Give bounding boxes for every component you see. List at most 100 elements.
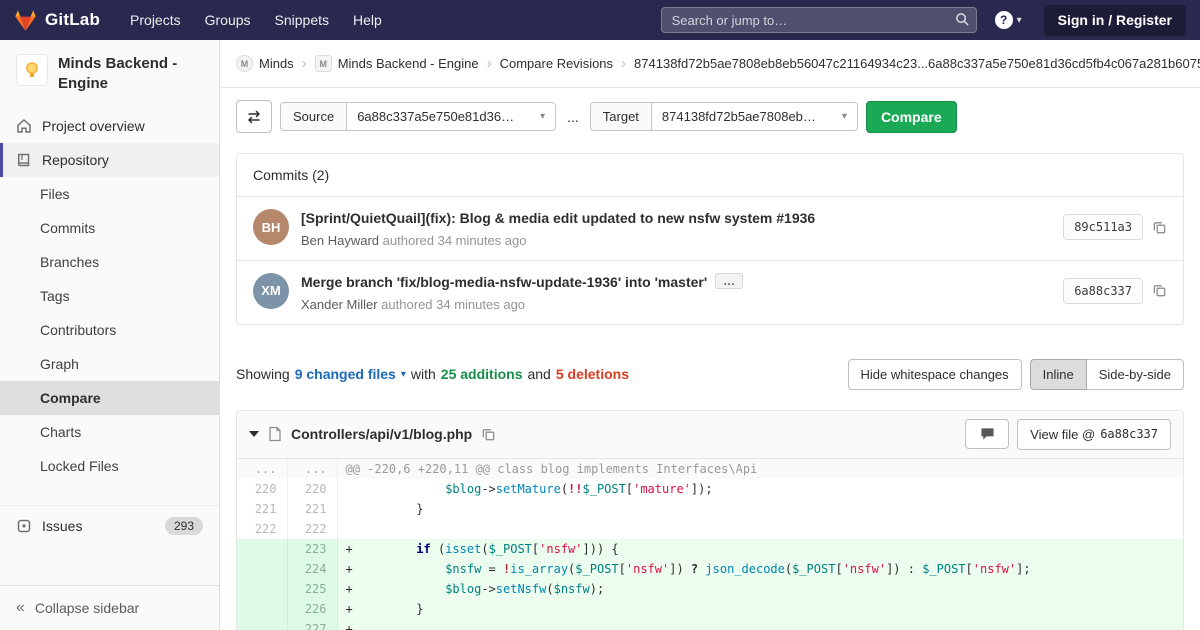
diff-row-add: 223+ if (isset($_POST['nsfw'])) {: [237, 539, 1183, 559]
compare-button[interactable]: Compare: [866, 101, 957, 133]
commit-sha-link[interactable]: 89c511a3: [1063, 214, 1143, 240]
commit-sha-link[interactable]: 6a88c337: [1063, 278, 1143, 304]
collapse-sidebar-button[interactable]: « Collapse sidebar: [0, 585, 219, 630]
commit-title-link[interactable]: Merge branch 'fix/blog-media-nsfw-update…: [301, 273, 1051, 292]
line-number-new[interactable]: 227: [287, 619, 337, 630]
avatar[interactable]: XM: [253, 273, 289, 309]
copy-file-path-icon[interactable]: [481, 427, 496, 442]
sidebar-item-project-overview[interactable]: Project overview: [0, 109, 219, 143]
breadcrumb-project-label: Minds Backend - Engine: [338, 56, 479, 71]
gitlab-home-link[interactable]: GitLab: [14, 9, 100, 32]
sidebar-section-repository[interactable]: Repository: [0, 143, 219, 177]
file-diff-panel: Controllers/api/v1/blog.php View file @: [236, 410, 1184, 630]
search-input[interactable]: [661, 7, 977, 33]
with-label: with: [411, 366, 436, 382]
sidebar-item-compare[interactable]: Compare: [0, 381, 219, 415]
commit-title-link[interactable]: [Sprint/QuietQuail](fix): Blog & media e…: [301, 209, 1051, 228]
line-number-old[interactable]: [237, 599, 287, 619]
commit-meta: Xander Miller authored 34 minutes ago: [301, 297, 1051, 312]
view-file-button[interactable]: View file @ 6a88c337: [1017, 419, 1171, 450]
breadcrumb-project[interactable]: M Minds Backend - Engine: [315, 55, 479, 72]
commit-title-text: Merge branch 'fix/blog-media-nsfw-update…: [301, 274, 707, 290]
avatar[interactable]: BH: [253, 209, 289, 245]
commit-authored-ago: authored 34 minutes ago: [378, 297, 525, 312]
commit-row: BH [Sprint/QuietQuail](fix): Blog & medi…: [237, 197, 1183, 260]
line-number-old[interactable]: 221: [237, 499, 287, 519]
sidebar-item-locked-files[interactable]: Locked Files: [0, 449, 219, 483]
code-line: + $blog->setNsfw($nsfw);: [337, 579, 1183, 599]
chevron-right-icon: ›: [487, 55, 492, 72]
line-number-old[interactable]: [237, 619, 287, 630]
commit-author-link[interactable]: Xander Miller: [301, 297, 378, 312]
line-number-old[interactable]: 220: [237, 479, 287, 499]
copy-sha-icon[interactable]: [1152, 283, 1167, 298]
source-label: Source: [280, 102, 346, 131]
gitlab-logo-icon: [14, 9, 37, 32]
line-number-old: ...: [237, 459, 287, 479]
inline-view-button[interactable]: Inline: [1030, 359, 1087, 390]
toggle-comments-button[interactable]: [965, 419, 1009, 449]
line-number-new[interactable]: 222: [287, 519, 337, 539]
sidebar-item-graph[interactable]: Graph: [0, 347, 219, 381]
line-number-new[interactable]: 224: [287, 559, 337, 579]
swap-revisions-button[interactable]: [236, 100, 272, 133]
line-number-old[interactable]: [237, 559, 287, 579]
sidebar-item-charts[interactable]: Charts: [0, 415, 219, 449]
sidebar-item-commits[interactable]: Commits: [0, 211, 219, 245]
sidebar-project-link[interactable]: Minds Backend - Engine: [0, 40, 219, 109]
source-ref-group: Source 6a88c337a5e750e81d36… ▾: [280, 102, 556, 131]
help-icon: ?: [995, 11, 1013, 29]
file-name-link[interactable]: Controllers/api/v1/blog.php: [291, 426, 472, 442]
context-line-marker: [346, 519, 359, 539]
changed-files-dropdown[interactable]: 9 changed files: [295, 366, 396, 382]
added-line-marker: +: [346, 599, 359, 619]
line-number-new[interactable]: 223: [287, 539, 337, 559]
diff-summary-bar: Showing 9 changed files ▾ with 25 additi…: [236, 359, 1184, 390]
diff-table: ......@@ -220,6 +220,11 @@ class blog im…: [237, 459, 1183, 630]
copy-sha-icon[interactable]: [1152, 220, 1167, 235]
sidebar-item-files[interactable]: Files: [0, 177, 219, 211]
code-line: + if (isset($_POST['nsfw'])) {: [337, 539, 1183, 559]
hide-whitespace-button[interactable]: Hide whitespace changes: [848, 359, 1022, 390]
commit-description-expander[interactable]: …: [715, 273, 743, 289]
sidebar-item-branches[interactable]: Branches: [0, 245, 219, 279]
nav-item-groups[interactable]: Groups: [193, 0, 263, 40]
breadcrumb-page-label: Compare Revisions: [500, 56, 613, 71]
sidebar-item-contributors[interactable]: Contributors: [0, 313, 219, 347]
line-number-old[interactable]: [237, 539, 287, 559]
line-number-new[interactable]: 220: [287, 479, 337, 499]
line-number-old[interactable]: [237, 579, 287, 599]
sidebar-item-label: Issues: [42, 518, 82, 534]
line-number-new[interactable]: 225: [287, 579, 337, 599]
code-line: }: [337, 499, 1183, 519]
sidebar-item-issues[interactable]: Issues 293: [0, 505, 219, 546]
help-dropdown[interactable]: ? ▾: [995, 11, 1022, 29]
diff-row-add: 225+ $blog->setNsfw($nsfw);: [237, 579, 1183, 599]
source-ref-value: 6a88c337a5e750e81d36…: [357, 109, 514, 124]
nav-item-projects[interactable]: Projects: [118, 0, 193, 40]
breadcrumb-group[interactable]: M Minds: [236, 55, 294, 72]
collapse-file-caret-icon[interactable]: [249, 431, 259, 437]
breadcrumb-compare-revisions[interactable]: Compare Revisions: [500, 56, 613, 71]
commit-author-link[interactable]: Ben Hayward: [301, 233, 379, 248]
view-file-sha: 6a88c337: [1100, 427, 1158, 441]
target-ref-dropdown[interactable]: 874138fd72b5ae7808eb… ▾: [651, 102, 858, 131]
breadcrumb-group-label: Minds: [259, 56, 294, 71]
commit-authored-ago: authored 34 minutes ago: [379, 233, 526, 248]
chevron-down-icon: ▾: [401, 369, 406, 380]
added-line-marker: +: [346, 539, 359, 559]
line-number-new[interactable]: 226: [287, 599, 337, 619]
line-number-old[interactable]: 222: [237, 519, 287, 539]
nav-links: Projects Groups Snippets Help: [118, 0, 394, 40]
source-ref-dropdown[interactable]: 6a88c337a5e750e81d36… ▾: [346, 102, 556, 131]
commits-panel: Commits (2) BH [Sprint/QuietQuail](fix):…: [236, 153, 1184, 325]
added-line-marker: +: [346, 559, 359, 579]
repository-icon: [16, 152, 32, 168]
nav-item-snippets[interactable]: Snippets: [263, 0, 341, 40]
sign-in-button[interactable]: Sign in / Register: [1044, 5, 1186, 36]
sidebar-item-tags[interactable]: Tags: [0, 279, 219, 313]
line-number-new[interactable]: 221: [287, 499, 337, 519]
top-navbar: GitLab Projects Groups Snippets Help ? ▾…: [0, 0, 1200, 40]
side-by-side-view-button[interactable]: Side-by-side: [1087, 359, 1184, 390]
nav-item-help[interactable]: Help: [341, 0, 394, 40]
